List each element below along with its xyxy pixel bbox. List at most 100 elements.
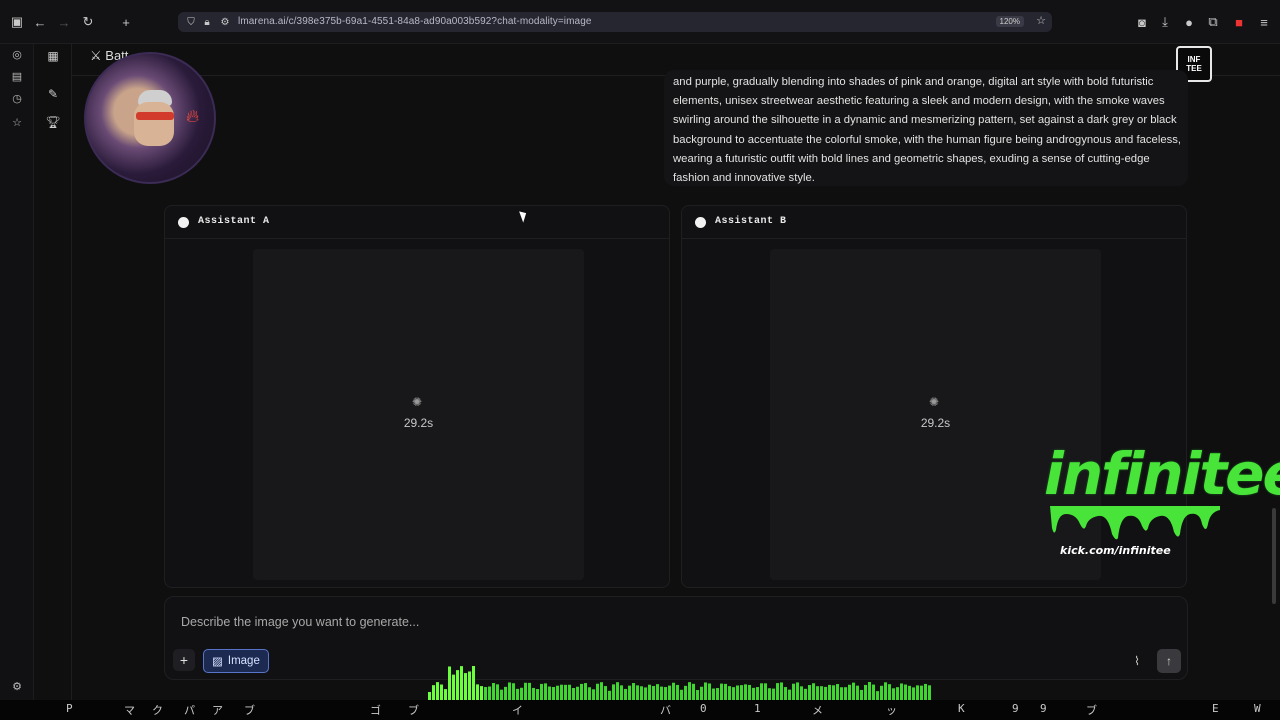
- visualizer-bar: [808, 685, 811, 700]
- visualizer-bar: [844, 687, 847, 700]
- visualizer-bar: [616, 682, 619, 700]
- visualizer-bar: [684, 685, 687, 700]
- address-bar[interactable]: ⛉ 🔒︎ ⚙ lmarena.ai/c/398e375b-69a1-4551-8…: [178, 12, 1052, 32]
- visualizer-bar: [728, 686, 731, 700]
- grid-icon[interactable]: ▦: [45, 48, 61, 64]
- matrix-glyph: ブ: [244, 704, 255, 717]
- visualizer-bar: [492, 682, 495, 700]
- matrix-glyph: ク: [152, 704, 163, 717]
- lock-icon[interactable]: 🔒︎: [198, 13, 216, 31]
- visualizer-bar: [676, 684, 679, 700]
- site-settings-icon[interactable]: ⚙: [216, 13, 234, 31]
- visualizer-bar: [516, 688, 519, 700]
- visualizer-bar: [500, 689, 503, 700]
- visualizer-bar: [716, 688, 719, 700]
- visualizer-bar: [524, 682, 527, 700]
- fire-icon: 🔥︎: [186, 106, 200, 126]
- browser-side-rail: ◎ ▤ ◷ ☆ ⚙: [0, 44, 34, 700]
- visualizer-bar: [864, 684, 867, 700]
- visualizer-bar: [772, 688, 775, 700]
- reload-icon[interactable]: ↻: [79, 13, 97, 31]
- menu-icon[interactable]: ≡: [1255, 13, 1273, 31]
- visualizer-bar: [696, 690, 699, 700]
- matrix-glyph: バ: [660, 704, 671, 717]
- back-icon[interactable]: ←: [31, 13, 49, 31]
- visualizer-bar: [624, 688, 627, 700]
- add-attachment-button[interactable]: +: [173, 649, 195, 671]
- history-icon[interactable]: ◷: [9, 90, 25, 106]
- user-prompt-text: and purple, gradually blending into shad…: [673, 76, 1182, 185]
- visualizer-bar: [768, 688, 771, 700]
- visualizer-bar: [464, 673, 467, 700]
- forward-icon[interactable]: →: [55, 13, 73, 31]
- favorites-icon[interactable]: ☆: [9, 114, 25, 130]
- page-scrollbar[interactable]: [1272, 508, 1276, 604]
- extensions-icon[interactable]: ⧉: [1204, 13, 1222, 31]
- brand-wordmark: infinitee: [1044, 440, 1280, 508]
- bookmark-star-icon[interactable]: ☆: [1036, 14, 1046, 27]
- reading-list-icon[interactable]: ▤: [9, 68, 25, 84]
- matrix-glyph: マ: [124, 704, 135, 717]
- camera-icon[interactable]: ◙: [1133, 13, 1151, 31]
- image-mode-button[interactable]: ▨ Image: [203, 649, 269, 673]
- swords-icon: ⚔: [90, 48, 102, 63]
- visualizer-bar: [572, 687, 575, 700]
- visualizer-bar: [812, 683, 815, 700]
- ai-icon[interactable]: ◎: [9, 46, 25, 62]
- visualizer-bar: [908, 685, 911, 700]
- new-chat-icon[interactable]: ✎: [45, 86, 61, 102]
- sidebar-toggle-icon[interactable]: ▣: [8, 13, 26, 31]
- visualizer-bar: [452, 674, 455, 700]
- visualizer-bar: [800, 686, 803, 700]
- visualizer-bar: [848, 684, 851, 700]
- visualizer-bar: [580, 683, 583, 700]
- assistant-a-header: Assistant A: [165, 206, 669, 239]
- visualizer-bar: [776, 683, 779, 700]
- assistant-a-panel: Assistant A ✺ 29.2s: [164, 205, 670, 588]
- extension-red-icon[interactable]: ■: [1230, 13, 1248, 31]
- prompt-input[interactable]: [181, 615, 1081, 629]
- visualizer-bar: [712, 688, 715, 700]
- send-button[interactable]: ↑: [1157, 649, 1181, 673]
- visualizer-bar: [928, 685, 931, 700]
- visualizer-bar: [924, 683, 927, 700]
- matrix-glyph: E: [1212, 702, 1219, 715]
- visualizer-bar: [652, 685, 655, 700]
- matrix-glyph: W: [1254, 702, 1261, 715]
- visualizer-bar: [688, 682, 691, 700]
- visualizer-bar: [528, 682, 531, 700]
- visualizer-bar: [920, 685, 923, 700]
- matrix-glyph: ア: [212, 704, 223, 717]
- visualizer-bar: [644, 687, 647, 700]
- account-icon[interactable]: ●: [1180, 13, 1198, 31]
- assistant-b-radio[interactable]: [695, 217, 706, 228]
- visualizer-bar: [564, 684, 567, 700]
- visualizer-bar: [660, 686, 663, 700]
- visualizer-bar: [584, 683, 587, 700]
- visualizer-bar: [456, 670, 459, 700]
- visualizer-bar: [668, 685, 671, 700]
- paperclip-icon[interactable]: ⌇: [1129, 653, 1145, 669]
- visualizer-bar: [656, 684, 659, 700]
- webcam-face: [134, 102, 174, 146]
- visualizer-bar: [780, 682, 783, 700]
- zoom-badge[interactable]: 120%: [995, 16, 1024, 27]
- settings-gear-icon[interactable]: ⚙: [9, 678, 25, 694]
- visualizer-bar: [556, 685, 559, 700]
- visualizer-bar: [548, 686, 551, 700]
- visualizer-bar: [724, 683, 727, 700]
- visualizer-bar: [444, 689, 447, 700]
- visualizer-bar: [804, 688, 807, 700]
- download-icon[interactable]: ⤓: [1156, 13, 1174, 31]
- leaderboard-trophy-icon[interactable]: 🏆︎: [45, 114, 61, 130]
- new-tab-icon[interactable]: +: [117, 13, 135, 31]
- visualizer-bar: [592, 689, 595, 700]
- loading-spinner-icon: ✺: [412, 395, 423, 409]
- slime-drip-graphic: [1050, 506, 1220, 540]
- visualizer-bar: [640, 686, 643, 700]
- url-text[interactable]: lmarena.ai/c/398e375b-69a1-4551-84a8-ad9…: [238, 16, 592, 27]
- assistant-a-radio[interactable]: [178, 217, 189, 228]
- matrix-glyph: 0: [700, 702, 707, 715]
- visualizer-bar: [620, 685, 623, 700]
- visualizer-bar: [816, 686, 819, 700]
